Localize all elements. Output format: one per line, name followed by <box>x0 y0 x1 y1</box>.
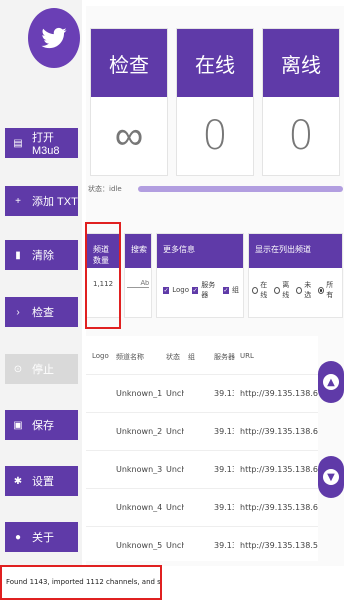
add-txt-button[interactable]: + 添加 TXT <box>5 186 78 216</box>
section-title: 搜索 <box>125 234 151 268</box>
group-checkbox[interactable]: ✓ <box>222 286 229 294</box>
online-radio[interactable] <box>252 286 259 294</box>
stat-card-check: 检查 ∞ <box>90 28 168 176</box>
status-text: 状态：idle <box>88 185 122 193</box>
scroll-up-button[interactable]: ▲ <box>318 361 344 403</box>
stat-card-online: 在线 0 <box>176 28 254 176</box>
check-button[interactable]: › 检查 <box>5 297 78 327</box>
progress-bar <box>137 186 343 192</box>
stat-value: 0 <box>288 113 314 159</box>
trash-icon: ▮ <box>15 249 21 261</box>
file-icon: ▤ <box>13 137 23 149</box>
settings-button[interactable]: ✱ 设置 <box>5 466 78 496</box>
table-row[interactable]: Unknown_3 Unche 39.13 http://39.135.138.… <box>86 450 318 488</box>
logo-checkbox[interactable]: ✓ <box>163 286 170 294</box>
search-input[interactable] <box>127 280 149 288</box>
stat-value: ∞ <box>114 113 144 159</box>
table-row[interactable]: Unknown_5 Unche 39.13 http://39.135.138.… <box>86 526 318 564</box>
offline-radio[interactable] <box>274 286 281 294</box>
stat-title: 检查 <box>91 29 167 97</box>
search-section: 搜索 <box>124 233 152 318</box>
bird-logo-icon <box>28 8 80 68</box>
save-button[interactable]: ▣ 保存 <box>5 410 78 440</box>
table-row[interactable]: Unknown_2 Unche 39.13 http://39.135.138.… <box>86 412 318 450</box>
column-header[interactable]: 频道名称 <box>116 352 144 362</box>
clear-button[interactable]: ▮ 清除 <box>5 240 78 270</box>
play-icon: › <box>16 306 20 318</box>
column-header[interactable]: 组 <box>188 352 195 362</box>
main-panel: 检查 ∞ 在线 0 离线 0 状态：idle 频道数量 1,112 搜索 更多信… <box>86 6 344 566</box>
stat-title: 在线 <box>177 29 253 97</box>
column-header[interactable]: URL <box>240 352 254 360</box>
stat-card-offline: 离线 0 <box>262 28 340 176</box>
stop-icon: ⊙ <box>13 363 23 375</box>
show-list-section: 显示在列出频道 在线 离线 未选 所有 <box>248 233 343 318</box>
sidebar: ▤ 打开 M3u8 + 添加 TXT ▮ 清除 › 检查 ⊙ 停止 ▣ 保存 ✱… <box>0 0 82 565</box>
arrow-down-icon: ▼ <box>323 469 339 485</box>
server-checkbox[interactable]: ✓ <box>192 286 199 294</box>
more-info-section: 更多信息 ✓ Logo ✓ 服务器 ✓ 组 <box>156 233 244 318</box>
unchecked-radio[interactable] <box>296 286 303 294</box>
status-message: Found 1143, imported 1112 channels, and … <box>0 565 162 600</box>
open-m3u8-button[interactable]: ▤ 打开 M3u8 <box>5 128 78 158</box>
channel-count-highlight <box>85 222 121 329</box>
plus-icon: + <box>15 195 21 207</box>
section-title: 显示在列出频道 <box>249 234 342 268</box>
column-header[interactable]: 服务器 <box>214 352 235 362</box>
column-header[interactable]: Logo <box>92 352 109 360</box>
gear-icon: ✱ <box>13 475 23 487</box>
about-button[interactable]: ● 关于 <box>5 522 78 552</box>
section-title: 更多信息 <box>157 234 243 268</box>
arrow-up-icon: ▲ <box>323 374 339 390</box>
save-icon: ▣ <box>13 419 23 431</box>
info-icon: ● <box>14 531 22 543</box>
column-header[interactable]: 状态 <box>166 352 180 362</box>
table-row[interactable]: Unknown_4 Unche 39.13 http://39.135.138.… <box>86 488 318 526</box>
stop-button[interactable]: ⊙ 停止 <box>5 354 78 384</box>
stat-title: 离线 <box>263 29 339 97</box>
status-bar: 状态：idle <box>88 184 343 194</box>
scroll-down-button[interactable]: ▼ <box>318 456 344 498</box>
table-row[interactable]: Unknown_1 Unche 39.13 http://39.135.138.… <box>86 374 318 412</box>
stat-value: 0 <box>202 113 228 159</box>
all-radio[interactable] <box>318 286 325 294</box>
channel-table: Logo 频道名称 状态 组 服务器 URL Unknown_1 Unche 3… <box>86 336 318 561</box>
